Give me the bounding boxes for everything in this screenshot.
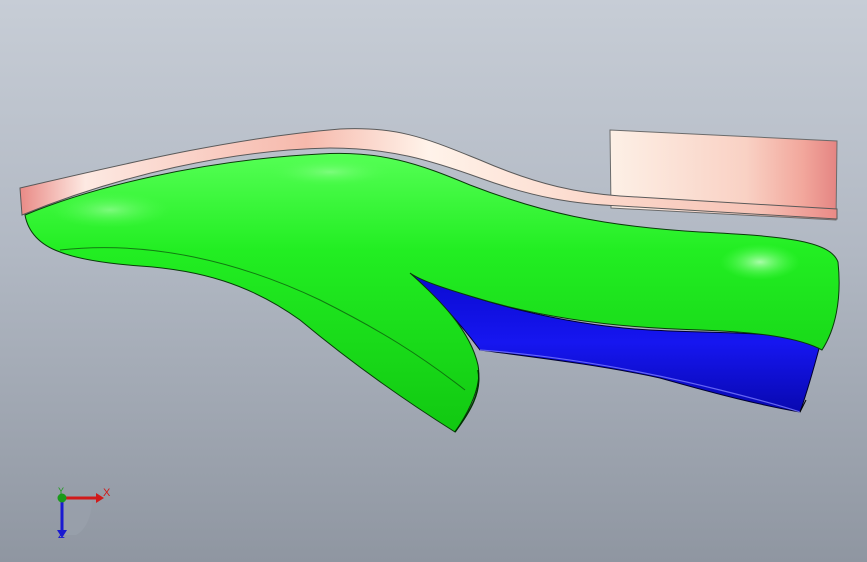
triad-shadow [62, 498, 92, 535]
y-axis-label: Y [58, 486, 65, 496]
x-axis-label: X [103, 487, 111, 499]
shoe-model[interactable] [0, 0, 867, 562]
graphics-viewport[interactable]: X Y Z [0, 0, 867, 562]
z-axis-label: Z [58, 529, 65, 541]
